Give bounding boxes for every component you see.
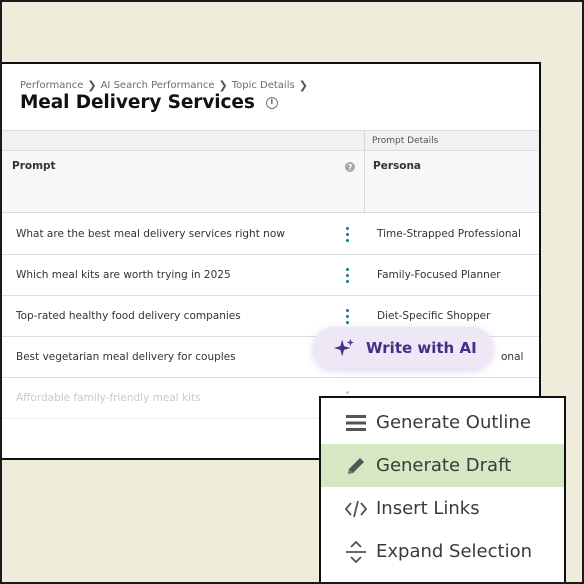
prompt-cell: Affordable family-friendly meal kits <box>16 392 201 404</box>
list-icon <box>345 412 367 434</box>
expand-icon <box>345 540 367 563</box>
table-header: Prompt ? Persona <box>2 151 539 213</box>
column-header-prompt[interactable]: Prompt <box>12 160 56 172</box>
pencil-icon <box>345 455 367 477</box>
prompt-cell: Which meal kits are worth trying in 2025 <box>16 269 231 281</box>
write-with-ai-button[interactable]: Write with AI <box>313 327 493 369</box>
page-title: Meal Delivery Services <box>20 92 255 113</box>
column-header-persona[interactable]: Persona <box>373 160 421 172</box>
more-options-icon[interactable] <box>345 309 350 324</box>
persona-cell: Diet-Specific Shopper <box>377 310 491 322</box>
breadcrumb-ai-search-performance[interactable]: AI Search Performance <box>101 80 215 91</box>
sparkle-icon <box>333 338 355 357</box>
ai-actions-menu: Generate Outline Generate Draft Insert L… <box>319 396 566 584</box>
column-divider <box>364 130 365 213</box>
table-row[interactable]: Which meal kits are worth trying in 2025… <box>2 255 539 296</box>
breadcrumb: Performance ❯ AI Search Performance ❯ To… <box>20 79 312 92</box>
write-with-ai-label: Write with AI <box>366 339 477 357</box>
chevron-right-icon: ❯ <box>87 79 97 92</box>
prompt-cell: What are the best meal delivery services… <box>16 228 285 240</box>
table-group-header: Prompt Details <box>2 130 539 151</box>
chevron-right-icon: ❯ <box>298 79 308 92</box>
prompt-cell: Best vegetarian meal delivery for couple… <box>16 351 236 363</box>
breadcrumb-topic-details[interactable]: Topic Details <box>232 80 295 91</box>
prompt-table-body: What are the best meal delivery services… <box>2 214 539 419</box>
chevron-right-icon: ❯ <box>218 79 228 92</box>
table-row[interactable]: What are the best meal delivery services… <box>2 214 539 255</box>
menu-item-generate-outline[interactable]: Generate Outline <box>321 401 564 444</box>
menu-item-generate-draft[interactable]: Generate Draft <box>321 444 564 487</box>
info-icon[interactable]: i <box>265 96 278 109</box>
prompt-cell: Top-rated healthy food delivery companie… <box>16 310 241 322</box>
persona-cell: onal <box>501 351 524 363</box>
menu-item-insert-links[interactable]: Insert Links <box>321 487 564 530</box>
code-icon <box>345 498 367 520</box>
more-options-icon[interactable] <box>345 268 350 283</box>
menu-item-label: Generate Draft <box>376 455 512 476</box>
prompt-details-label: Prompt Details <box>372 136 439 146</box>
breadcrumb-performance[interactable]: Performance <box>20 80 83 91</box>
menu-item-label: Insert Links <box>376 498 480 519</box>
menu-item-expand-selection[interactable]: Expand Selection <box>321 530 564 573</box>
menu-item-label: Expand Selection <box>376 541 532 562</box>
more-options-icon[interactable] <box>345 227 350 242</box>
help-icon[interactable]: ? <box>345 162 355 172</box>
persona-cell: Time-Strapped Professional <box>377 228 521 240</box>
menu-item-label: Generate Outline <box>376 412 531 433</box>
persona-cell: Family-Focused Planner <box>377 269 501 281</box>
